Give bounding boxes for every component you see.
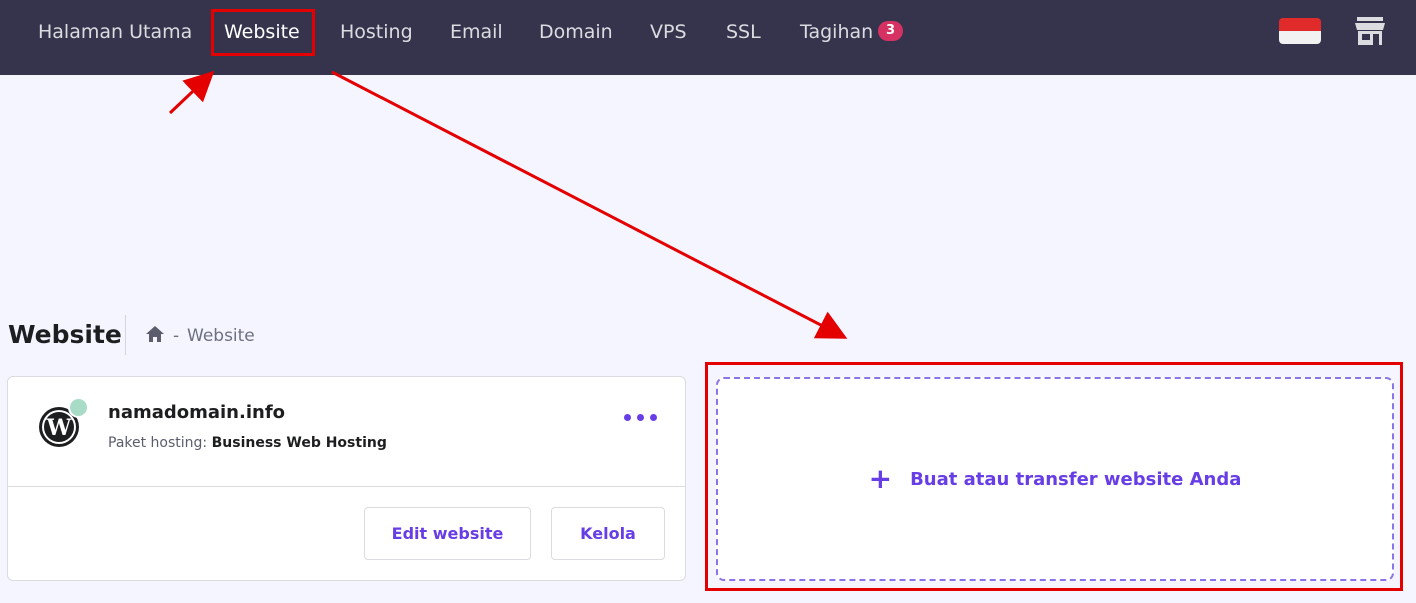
arrow-to-website-tab [168,70,215,115]
more-options-button[interactable] [618,403,662,431]
page-title: Website [8,320,122,349]
hosting-plan-label: Paket hosting: [108,435,208,451]
add-website-card[interactable]: + Buat atau transfer website Anda [716,377,1394,581]
manage-button[interactable]: Kelola [551,507,665,560]
svg-text:W: W [46,415,72,441]
card-divider [8,486,685,487]
site-domain[interactable]: namadomain.info [108,401,285,425]
edit-website-button[interactable]: Edit website [364,507,531,560]
more-dots-icon [623,413,631,421]
add-website-label: Buat atau transfer website Anda [910,468,1242,490]
website-card: W namadomain.info Paket hosting: Busines… [7,376,686,581]
breadcrumb-separator: - [173,326,180,346]
breadcrumb-current: Website [187,326,255,346]
title-divider [125,315,126,355]
hosting-plan: Paket hosting: Business Web Hosting [108,434,387,452]
plus-icon: + [868,462,893,495]
arrow-to-add-website [331,70,848,339]
site-status-dot [68,397,89,418]
hosting-plan-value: Business Web Hosting [211,435,387,451]
home-icon[interactable] [145,325,165,343]
